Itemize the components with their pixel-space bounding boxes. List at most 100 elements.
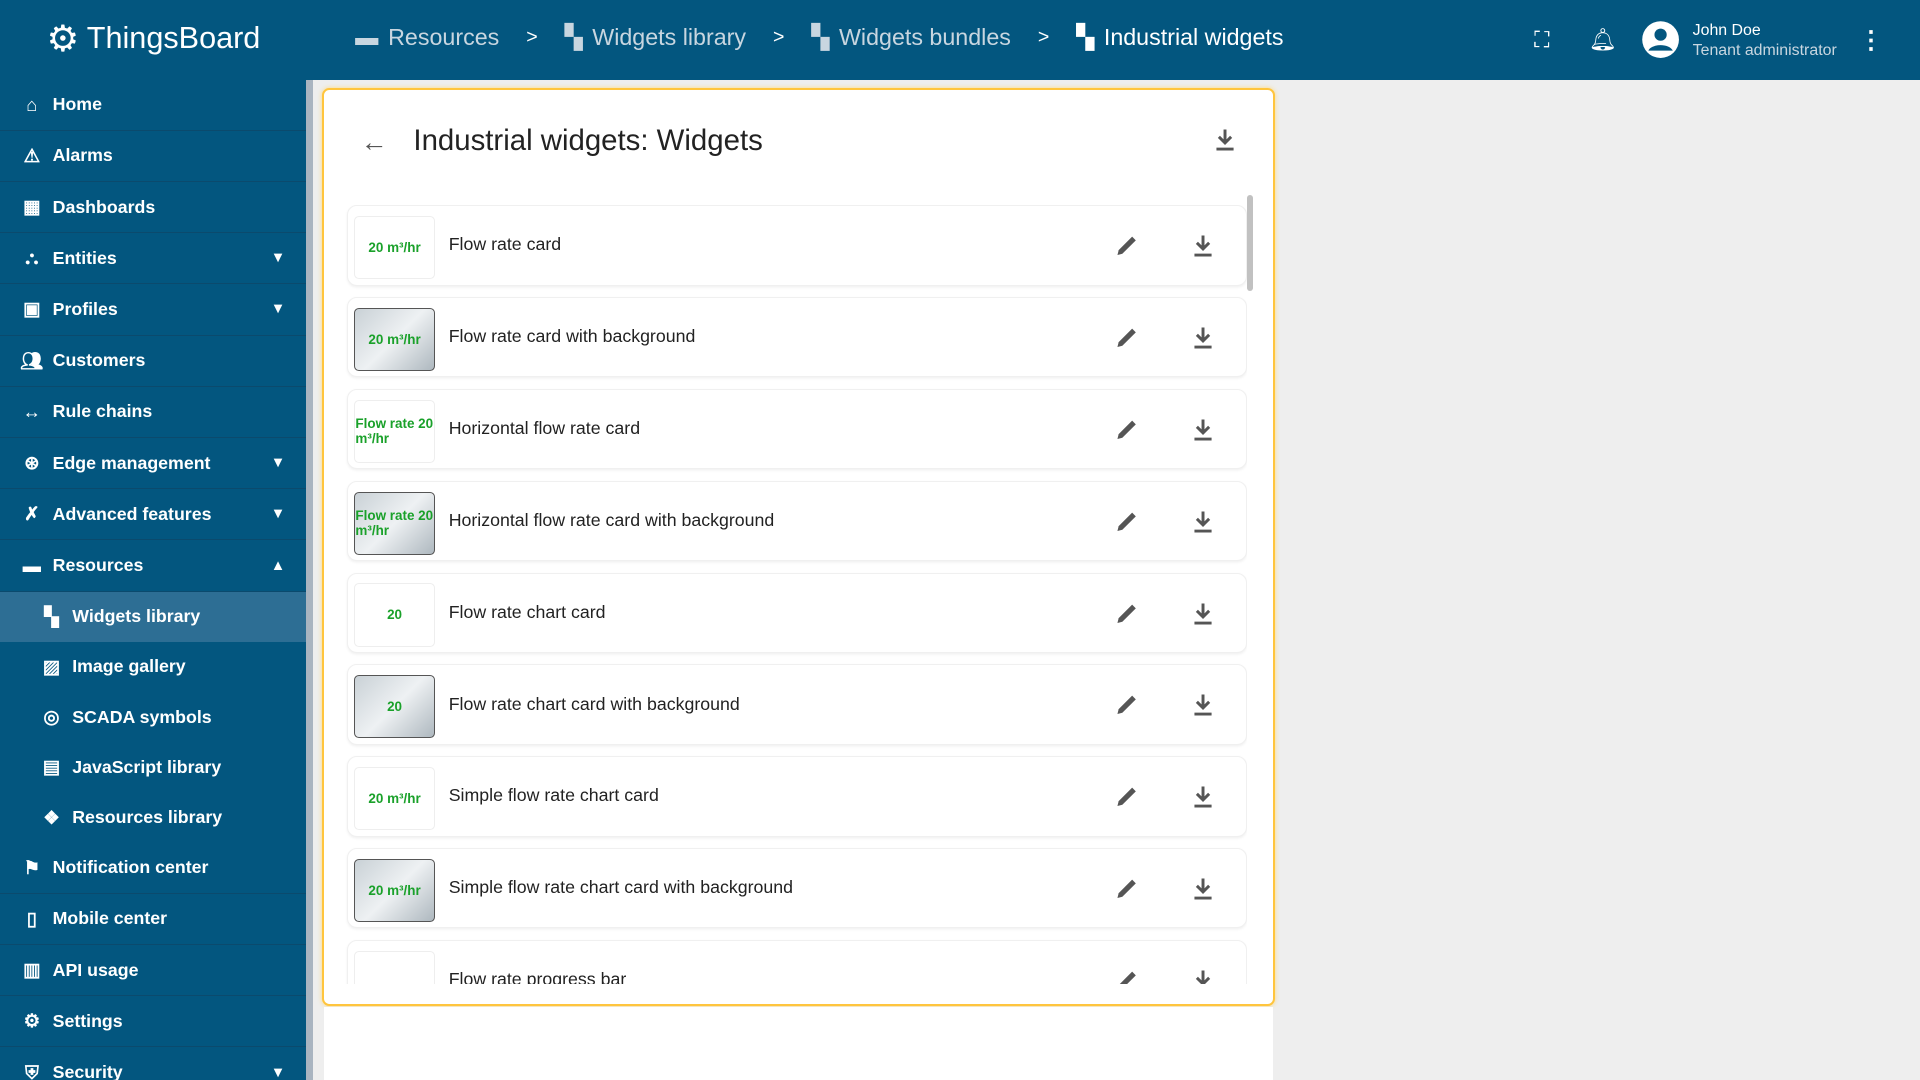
breadcrumb-item[interactable]: ▚ Widgets bundles <box>811 24 1011 51</box>
profiles-icon: ▣ <box>23 298 41 320</box>
sidebar-item[interactable]: ▯ Mobile center <box>0 894 307 946</box>
sidebar-item[interactable]: ❖ Resources library <box>0 792 306 842</box>
sidebar-item[interactable]: ▬ Resources ▲ <box>0 540 307 592</box>
sidebar-item-label: Profiles <box>52 298 118 319</box>
folder-icon: ▬ <box>355 24 379 51</box>
sidebar-item[interactable]: ⛬ Entities ▼ <box>0 233 307 285</box>
breadcrumb-separator: > <box>1037 26 1050 49</box>
breadcrumb-label: Widgets library <box>592 24 746 51</box>
logo[interactable]: ⚙ ThingsBoard <box>47 17 261 60</box>
sidebar-item-label: Security <box>52 1062 123 1080</box>
sidebar-item[interactable]: ⚠ Alarms <box>0 131 307 182</box>
more-vert-icon[interactable]: ⋮ <box>1859 25 1883 55</box>
edit-button[interactable] <box>1115 876 1139 906</box>
user-menu[interactable]: John Doe Tenant administrator <box>1641 19 1837 60</box>
sidebar-item[interactable]: ▤ JavaScript library <box>0 742 306 792</box>
edit-button[interactable] <box>1115 325 1139 355</box>
download-button[interactable] <box>1192 509 1214 539</box>
sidebar-item-label: Settings <box>52 1010 123 1031</box>
sidebar-item-label: Resources library <box>72 807 223 828</box>
widget-thumbnail: 20 m³/hr <box>354 767 435 831</box>
shield-icon: ⛨ <box>24 1061 39 1080</box>
widget-row[interactable]: 20 m³/hr Simple flow rate chart card <box>347 756 1247 837</box>
back-arrow-icon[interactable]: ← <box>361 127 388 158</box>
sidebar-item-label: Widgets library <box>72 606 201 627</box>
widget-name: Horizontal flow rate card with backgroun… <box>448 509 775 530</box>
thingsboard-logo-icon: ⚙ <box>46 18 80 60</box>
breadcrumb-separator: > <box>772 26 785 49</box>
sidebar-item-label: Customers <box>52 350 146 371</box>
download-icon <box>1194 694 1212 716</box>
widget-row[interactable]: Flow rate progress bar <box>347 939 1247 985</box>
pencil-icon <box>1119 971 1136 985</box>
edit-button[interactable] <box>1115 784 1139 814</box>
thumbnail-value: 20 m³/hr <box>368 240 421 256</box>
download-icon <box>1194 602 1212 625</box>
app-root: ⚙ ThingsBoard ▬ Resources > ▚ Widgets library… <box>0 0 1920 1080</box>
download-icon <box>1194 235 1212 257</box>
sidebar-item-label: Entities <box>52 247 117 268</box>
sidebar-item[interactable]: ⊛ Edge management ▼ <box>0 438 307 490</box>
sidebar-scrollbar[interactable] <box>306 79 314 1080</box>
sidebar-item[interactable]: ▨ Image gallery <box>0 642 306 692</box>
sidebar-item[interactable]: ⚙ Settings <box>0 996 307 1048</box>
edit-button[interactable] <box>1115 601 1139 631</box>
widget-row[interactable]: Flow rate 20 m³/hr Horizontal flow rate … <box>347 480 1247 562</box>
widget-name: Simple flow rate chart card <box>448 785 659 806</box>
sidebar-item[interactable]: ▚ Widgets library <box>0 591 307 642</box>
sidebar-item[interactable]: ⚑ Notification center <box>0 843 307 894</box>
bell-icon[interactable]: 🔔︎ <box>1589 27 1617 53</box>
widget-row[interactable]: 20 Flow rate chart card <box>347 572 1247 653</box>
chevron-down-icon: ▼ <box>270 506 286 523</box>
sidebar-item[interactable]: ⛨ Security ▼ <box>0 1047 306 1080</box>
download-button[interactable] <box>1192 784 1214 814</box>
scada-icon: ◎ <box>43 706 60 728</box>
widget-name: Flow rate card <box>448 234 562 255</box>
sidebar-item[interactable]: ▥ API usage <box>0 945 307 997</box>
download-button[interactable] <box>1192 325 1214 355</box>
download-button[interactable] <box>1192 601 1214 631</box>
breadcrumb-item[interactable]: ▬ Resources <box>355 24 499 51</box>
widget-row[interactable]: Flow rate 20 m³/hr Horizontal flow rate … <box>347 388 1247 470</box>
breadcrumb-label: Widgets bundles <box>838 24 1011 51</box>
download-button[interactable] <box>1192 692 1214 722</box>
download-button[interactable] <box>1192 233 1214 263</box>
download-button[interactable] <box>1192 876 1214 906</box>
sidebar-item[interactable]: ▣ Profiles ▼ <box>0 284 307 336</box>
sidebar-item[interactable]: ▦ Dashboards <box>0 182 307 234</box>
thumbnail-value: Flow rate 20 m³/hr <box>355 508 434 539</box>
sidebar-item[interactable]: ◎ SCADA symbols <box>0 692 306 742</box>
sidebar-item[interactable]: 👥︎ Customers <box>0 336 307 387</box>
breadcrumb-label: Resources <box>388 24 500 51</box>
edit-button[interactable] <box>1115 417 1139 447</box>
account-icon <box>1642 21 1680 59</box>
sidebar-item-label: Edge management <box>52 452 211 473</box>
export-bundle-button[interactable] <box>1214 127 1236 157</box>
sidebar-item[interactable]: ✗ Advanced features ▼ <box>0 489 307 541</box>
download-icon <box>1194 327 1212 349</box>
top-bar: ⚙ ThingsBoard ▬ Resources > ▚ Widgets library… <box>0 0 1920 80</box>
sidebar-item[interactable]: ⌂ Home <box>0 80 307 131</box>
widget-thumbnail: 20 m³/hr <box>354 858 435 923</box>
edit-button[interactable] <box>1115 968 1139 985</box>
widget-thumbnail: 20 m³/hr <box>354 307 435 372</box>
edit-button[interactable] <box>1115 233 1139 263</box>
fullscreen-icon[interactable]: ⛶ <box>1534 27 1549 53</box>
download-button[interactable] <box>1192 417 1214 447</box>
widget-row[interactable]: 20 m³/hr Flow rate card with background <box>347 297 1247 378</box>
list-scrollbar[interactable] <box>1247 195 1254 291</box>
thumbnail-value: 20 <box>387 607 403 623</box>
breadcrumb: ▬ Resources > ▚ Widgets library > ▚ Widgets bun… <box>355 24 1283 51</box>
edit-button[interactable] <box>1115 692 1139 722</box>
breadcrumb-item[interactable]: ▚ Widgets library <box>565 24 746 51</box>
download-button[interactable] <box>1192 968 1214 985</box>
widget-row[interactable]: 20 Flow rate chart card with background <box>347 664 1247 745</box>
widget-row[interactable]: 20 m³/hr Simple flow rate chart card wit… <box>347 848 1247 929</box>
edit-button[interactable] <box>1115 509 1139 539</box>
api-usage-icon: ▥ <box>23 959 41 981</box>
breadcrumb-item[interactable]: ▚ Industrial widgets <box>1076 24 1283 51</box>
image-icon: ▨ <box>42 655 61 677</box>
sidebar-item[interactable]: ↔ Rule chains <box>0 387 307 438</box>
widget-row[interactable]: 20 m³/hr Flow rate card <box>347 205 1247 286</box>
sidebar-item-label: Image gallery <box>72 656 186 677</box>
